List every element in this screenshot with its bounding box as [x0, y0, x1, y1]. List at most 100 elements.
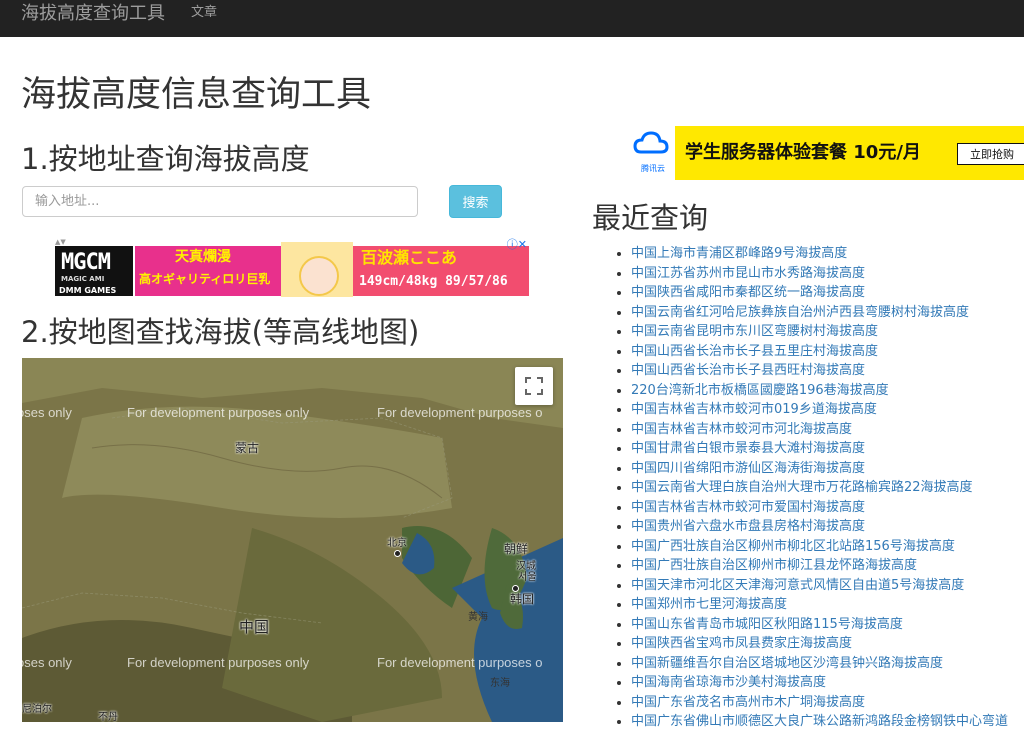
map-watermark: oses only: [22, 405, 72, 420]
map-label-yellow-sea: 黄海: [468, 612, 488, 623]
ad-logo-sub: MAGIC AMI: [61, 275, 105, 283]
recent-query-link[interactable]: 中国云南省红河哈尼族彝族自治州泸西县弯腰树村海拔高度: [631, 305, 969, 320]
list-item: 中国陕西省宝鸡市凤县费家庄海拔高度: [631, 634, 1024, 654]
map-label-north-korea: 朝鲜: [504, 542, 529, 556]
ad-logo-brand: DMM GAMES: [59, 286, 117, 295]
map-label-south-korea: 韩国: [510, 592, 535, 606]
ad-pink-panel-1: 天真爛漫 高オギャリティロリ巨乳: [135, 246, 281, 296]
map-view[interactable]: oses only For development purposes only …: [22, 358, 563, 722]
recent-query-link[interactable]: 中国山西省长治市长子县五里庄村海拔高度: [631, 344, 878, 359]
recent-query-link[interactable]: 中国吉林省吉林市蛟河市河北海拔高度: [631, 422, 852, 437]
nav-link-articles[interactable]: 文章: [191, 5, 217, 21]
list-item: 中国广西壮族自治区柳州市柳北区北站路156号海拔高度: [631, 537, 1024, 557]
ad-text-4: 149cm/48kg 89/57/86: [359, 274, 508, 289]
ad-logo: MGCM MAGIC AMI DMM GAMES: [55, 246, 133, 296]
list-item: 中国吉林省吉林市蛟河市爱国村海拔高度: [631, 498, 1024, 518]
recent-query-link[interactable]: 中国郑州市七里河海拔高度: [631, 597, 787, 612]
address-input[interactable]: [22, 186, 418, 217]
map-label-east-sea: 东海: [490, 678, 510, 689]
fullscreen-icon: [525, 377, 543, 395]
buy-now-button[interactable]: 立即抢购: [957, 143, 1024, 165]
recent-query-link[interactable]: 中国上海市青浦区郡峰路9号海拔高度: [631, 246, 847, 261]
ad-text-3: 百波瀬ここあ: [361, 248, 458, 267]
ad-close-icon[interactable]: ⓘ✕: [505, 238, 527, 252]
list-item: 中国新疆维吾尔自治区塔城地区沙湾县钟兴路海拔高度: [631, 654, 1024, 674]
address-section-title: 1.按地址查询海拔高度: [21, 142, 310, 176]
recent-query-link[interactable]: 中国广西壮族自治区柳州市柳江县龙怀路海拔高度: [631, 558, 917, 573]
ad-banner-left[interactable]: ▲▼ MGCM MAGIC AMI DMM GAMES 天真爛漫 高オギャリティ…: [55, 238, 529, 297]
page-title: 海拔高度信息查询工具: [21, 75, 372, 115]
ad-pink-panel-2: 百波瀬ここあ 149cm/48kg 89/57/86: [353, 246, 529, 296]
fullscreen-button[interactable]: [515, 367, 553, 405]
list-item: 中国甘肃省白银市景泰县大滩村海拔高度: [631, 439, 1024, 459]
map-label-mongolia: 蒙古: [235, 441, 260, 455]
recent-query-link[interactable]: 中国甘肃省白银市景泰县大滩村海拔高度: [631, 441, 865, 456]
list-item: 中国云南省大理白族自治州大理市万花路榆宾路22海拔高度: [631, 478, 1024, 498]
list-item: 中国云南省红河哈尼族彝族自治州泸西县弯腰树村海拔高度: [631, 303, 1024, 323]
list-item: 中国云南省昆明市东川区弯腰树村海拔高度: [631, 322, 1024, 342]
recent-query-link[interactable]: 中国江苏省苏州市昆山市水秀路海拔高度: [631, 266, 865, 281]
map-label-china: 中国: [239, 618, 270, 636]
ad-text-2: 高オギャリティロリ巨乳: [139, 272, 271, 286]
map-watermark: For development purposes o: [377, 655, 543, 670]
ad-text-1: 天真爛漫: [175, 249, 231, 265]
ad-logo-text: MGCM: [61, 250, 111, 275]
map-watermark: For development purposes o: [377, 405, 543, 420]
recent-queries-list: 中国上海市青浦区郡峰路9号海拔高度 中国江苏省苏州市昆山市水秀路海拔高度 中国陕…: [591, 244, 1024, 732]
list-item: 中国海南省琼海市沙美村海拔高度: [631, 673, 1024, 693]
recent-query-link[interactable]: 中国广西壮族自治区柳州市柳北区北站路156号海拔高度: [631, 539, 955, 554]
recent-query-link[interactable]: 中国吉林省吉林市蛟河市爱国村海拔高度: [631, 500, 865, 515]
list-item: 中国广西壮族自治区柳州市柳江县龙怀路海拔高度: [631, 556, 1024, 576]
ad-marker: ▲▼: [55, 238, 66, 246]
navbar-brand[interactable]: 海拔高度查询工具: [21, 3, 165, 25]
recent-query-link[interactable]: 220台湾新北市板橋區國慶路196巷海拔高度: [631, 383, 889, 398]
list-item: 中国山东省青岛市城阳区秋阳路115号海拔高度: [631, 615, 1024, 635]
list-item: 中国上海市青浦区郡峰路9号海拔高度: [631, 244, 1024, 264]
recent-query-link[interactable]: 中国新疆维吾尔自治区塔城地区沙湾县钟兴路海拔高度: [631, 656, 943, 671]
map-watermark: oses only: [22, 655, 72, 670]
recent-query-link[interactable]: 中国山东省青岛市城阳区秋阳路115号海拔高度: [631, 617, 903, 632]
list-item: 中国江苏省苏州市昆山市水秀路海拔高度: [631, 264, 1024, 284]
recent-query-link[interactable]: 中国贵州省六盘水市盘县房格村海拔高度: [631, 519, 865, 534]
list-item: 220台湾新北市板橋區國慶路196巷海拔高度: [631, 381, 1024, 401]
ad-right-headline: 学生服务器体验套餐 10元/月: [685, 142, 921, 163]
recent-queries-title: 最近查询: [592, 201, 709, 235]
list-item: 中国山西省长治市长子县西旺村海拔高度: [631, 361, 1024, 381]
map-label-nepal: 尼泊尔: [22, 704, 52, 715]
list-item: 中国陕西省咸阳市秦都区统一路海拔高度: [631, 283, 1024, 303]
list-item: 中国广东省茂名市高州市木广垌海拔高度: [631, 693, 1024, 713]
ad-character-image: [281, 242, 353, 297]
list-item: 中国吉林省吉林市蛟河市019乡道海拔高度: [631, 400, 1024, 420]
tencent-cloud-name: 腾讯云: [641, 164, 665, 173]
list-item: 中国山西省长治市长子县五里庄村海拔高度: [631, 342, 1024, 362]
ad-character-face: [299, 256, 339, 296]
navbar: 海拔高度查询工具 文章: [0, 0, 1024, 37]
recent-query-link[interactable]: 中国吉林省吉林市蛟河市019乡道海拔高度: [631, 402, 877, 417]
recent-query-link[interactable]: 中国天津市河北区天津海河意式风情区自由道5号海拔高度: [631, 578, 964, 593]
map-label-seoul: 서울: [518, 572, 537, 583]
map-city-dot-seoul: [512, 585, 519, 592]
search-button[interactable]: 搜索: [449, 185, 502, 218]
recent-query-link[interactable]: 中国陕西省咸阳市秦都区统一路海拔高度: [631, 285, 865, 300]
list-item: 中国吉林省吉林市蛟河市河北海拔高度: [631, 420, 1024, 440]
map-watermark: For development purposes only: [127, 405, 310, 420]
recent-query-link[interactable]: 中国海南省琼海市沙美村海拔高度: [631, 675, 826, 690]
list-item: 中国郑州市七里河海拔高度: [631, 595, 1024, 615]
list-item: 中国四川省绵阳市游仙区海涛街海拔高度: [631, 459, 1024, 479]
map-city-dot-beijing: [394, 550, 401, 557]
ad-banner-right[interactable]: 腾讯云 学生服务器体验套餐 10元/月 立即抢购: [627, 124, 1024, 182]
list-item: 中国贵州省六盘水市盘县房格村海拔高度: [631, 517, 1024, 537]
recent-query-link[interactable]: 中国广东省茂名市高州市木广垌海拔高度: [631, 695, 865, 710]
recent-query-link[interactable]: 中国山西省长治市长子县西旺村海拔高度: [631, 363, 865, 378]
recent-query-link[interactable]: 中国四川省绵阳市游仙区海涛街海拔高度: [631, 461, 865, 476]
cloud-icon: [633, 131, 669, 154]
recent-query-link[interactable]: 中国云南省大理白族自治州大理市万花路榆宾路22海拔高度: [631, 480, 973, 495]
recent-query-link[interactable]: 中国云南省昆明市东川区弯腰树村海拔高度: [631, 324, 878, 339]
list-item: 中国天津市河北区天津海河意式风情区自由道5号海拔高度: [631, 576, 1024, 596]
tencent-cloud-logo: 腾讯云: [627, 124, 675, 182]
recent-query-link[interactable]: 中国陕西省宝鸡市凤县费家庄海拔高度: [631, 636, 852, 651]
map-watermark: For development purposes only: [127, 655, 310, 670]
map-label-bhutan: 不丹: [98, 712, 118, 722]
map-section-title: 2.按地图查找海拔(等高线地图): [21, 315, 420, 349]
map-label-beijing: 北京: [387, 538, 407, 549]
